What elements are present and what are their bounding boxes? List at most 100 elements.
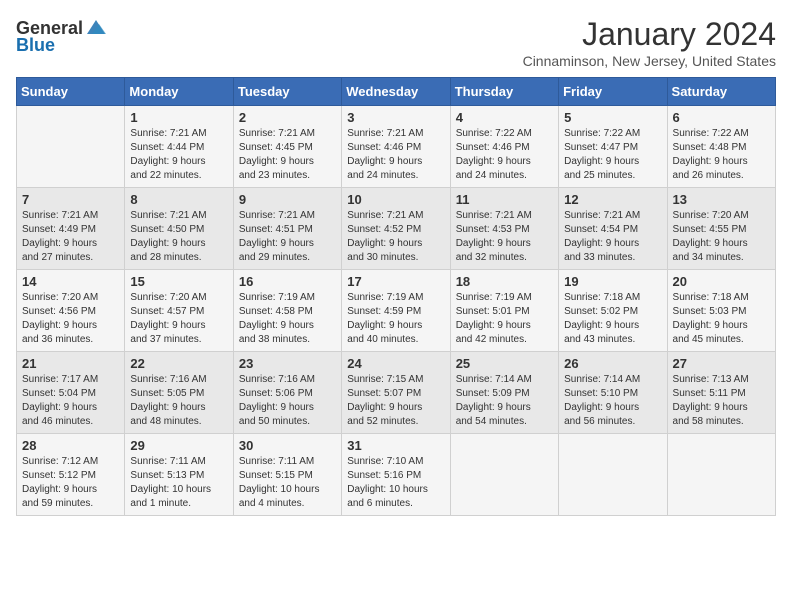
cell-content: Sunrise: 7:14 AMSunset: 5:09 PMDaylight:… bbox=[456, 373, 553, 429]
cell-content: Sunrise: 7:18 AMSunset: 5:03 PMDaylight:… bbox=[673, 291, 770, 347]
day-number: 11 bbox=[456, 192, 553, 207]
calendar-body: 1 Sunrise: 7:21 AMSunset: 4:44 PMDaylight… bbox=[17, 106, 776, 516]
cell-content: Sunrise: 7:21 AMSunset: 4:46 PMDaylight:… bbox=[347, 127, 444, 183]
logo: General Blue bbox=[16, 16, 107, 54]
title-area: January 2024 Cinnaminson, New Jersey, Un… bbox=[523, 16, 776, 69]
day-number: 16 bbox=[239, 274, 336, 289]
calendar-cell bbox=[450, 434, 558, 516]
calendar-week-row: 7Sunrise: 7:21 AMSunset: 4:49 PMDaylight… bbox=[17, 188, 776, 270]
cell-content: Sunrise: 7:18 AMSunset: 5:02 PMDaylight:… bbox=[564, 291, 661, 347]
calendar-cell: 19Sunrise: 7:18 AMSunset: 5:02 PMDayligh… bbox=[559, 270, 667, 352]
calendar-cell: 2 Sunrise: 7:21 AMSunset: 4:45 PMDaylight… bbox=[233, 106, 341, 188]
calendar-cell bbox=[667, 434, 775, 516]
day-number: 27 bbox=[673, 356, 770, 371]
header: General Blue January 2024 Cinnaminson, N… bbox=[16, 16, 776, 69]
day-number: 17 bbox=[347, 274, 444, 289]
calendar-cell: 4 Sunrise: 7:22 AMSunset: 4:46 PMDaylight… bbox=[450, 106, 558, 188]
month-title: January 2024 bbox=[523, 16, 776, 53]
day-number: 4 bbox=[456, 110, 553, 125]
cell-content: Sunrise: 7:16 AMSunset: 5:06 PMDaylight:… bbox=[239, 373, 336, 429]
cell-content: Sunrise: 7:20 AMSunset: 4:57 PMDaylight:… bbox=[130, 291, 227, 347]
day-number: 2 bbox=[239, 110, 336, 125]
day-number: 30 bbox=[239, 438, 336, 453]
day-header-tuesday: Tuesday bbox=[233, 78, 341, 106]
cell-content: Sunrise: 7:10 AMSunset: 5:16 PMDaylight:… bbox=[347, 455, 444, 511]
calendar-cell: 7Sunrise: 7:21 AMSunset: 4:49 PMDaylight… bbox=[17, 188, 125, 270]
days-header-row: SundayMondayTuesdayWednesdayThursdayFrid… bbox=[17, 78, 776, 106]
logo-icon bbox=[85, 16, 107, 38]
cell-content: Sunrise: 7:11 AMSunset: 5:13 PMDaylight:… bbox=[130, 455, 227, 511]
day-number: 23 bbox=[239, 356, 336, 371]
day-header-saturday: Saturday bbox=[667, 78, 775, 106]
calendar-cell: 31 Sunrise: 7:10 AMSunset: 5:16 PMDayligh… bbox=[342, 434, 450, 516]
calendar-cell: 23 Sunrise: 7:16 AMSunset: 5:06 PMDayligh… bbox=[233, 352, 341, 434]
calendar-cell: 17 Sunrise: 7:19 AMSunset: 4:59 PMDayligh… bbox=[342, 270, 450, 352]
calendar-cell: 25Sunrise: 7:14 AMSunset: 5:09 PMDayligh… bbox=[450, 352, 558, 434]
calendar-week-row: 14Sunrise: 7:20 AMSunset: 4:56 PMDayligh… bbox=[17, 270, 776, 352]
day-number: 22 bbox=[130, 356, 227, 371]
calendar-cell: 6Sunrise: 7:22 AMSunset: 4:48 PMDaylight… bbox=[667, 106, 775, 188]
day-number: 31 bbox=[347, 438, 444, 453]
cell-content: Sunrise: 7:21 AMSunset: 4:49 PMDaylight:… bbox=[22, 209, 119, 265]
calendar-cell: 9 Sunrise: 7:21 AMSunset: 4:51 PMDaylight… bbox=[233, 188, 341, 270]
day-number: 13 bbox=[673, 192, 770, 207]
day-number: 1 bbox=[130, 110, 227, 125]
cell-content: Sunrise: 7:22 AMSunset: 4:46 PMDaylight:… bbox=[456, 127, 553, 183]
cell-content: Sunrise: 7:15 AMSunset: 5:07 PMDaylight:… bbox=[347, 373, 444, 429]
cell-content: Sunrise: 7:17 AMSunset: 5:04 PMDaylight:… bbox=[22, 373, 119, 429]
calendar-table: SundayMondayTuesdayWednesdayThursdayFrid… bbox=[16, 77, 776, 516]
cell-content: Sunrise: 7:14 AMSunset: 5:10 PMDaylight:… bbox=[564, 373, 661, 429]
calendar-cell: 8 Sunrise: 7:21 AMSunset: 4:50 PMDaylight… bbox=[125, 188, 233, 270]
day-number: 10 bbox=[347, 192, 444, 207]
calendar-cell: 15 Sunrise: 7:20 AMSunset: 4:57 PMDayligh… bbox=[125, 270, 233, 352]
cell-content: Sunrise: 7:19 AMSunset: 4:58 PMDaylight:… bbox=[239, 291, 336, 347]
calendar-cell: 14Sunrise: 7:20 AMSunset: 4:56 PMDayligh… bbox=[17, 270, 125, 352]
cell-content: Sunrise: 7:21 AMSunset: 4:51 PMDaylight:… bbox=[239, 209, 336, 265]
day-number: 21 bbox=[22, 356, 119, 371]
day-header-thursday: Thursday bbox=[450, 78, 558, 106]
day-number: 26 bbox=[564, 356, 661, 371]
cell-content: Sunrise: 7:22 AMSunset: 4:47 PMDaylight:… bbox=[564, 127, 661, 183]
calendar-cell: 1 Sunrise: 7:21 AMSunset: 4:44 PMDaylight… bbox=[125, 106, 233, 188]
calendar-cell: 11Sunrise: 7:21 AMSunset: 4:53 PMDayligh… bbox=[450, 188, 558, 270]
logo-blue-text: Blue bbox=[16, 36, 55, 54]
day-number: 8 bbox=[130, 192, 227, 207]
day-number: 29 bbox=[130, 438, 227, 453]
calendar-cell: 30Sunrise: 7:11 AMSunset: 5:15 PMDayligh… bbox=[233, 434, 341, 516]
calendar-cell: 20Sunrise: 7:18 AMSunset: 5:03 PMDayligh… bbox=[667, 270, 775, 352]
day-header-friday: Friday bbox=[559, 78, 667, 106]
calendar-header: SundayMondayTuesdayWednesdayThursdayFrid… bbox=[17, 78, 776, 106]
calendar-week-row: 28Sunrise: 7:12 AMSunset: 5:12 PMDayligh… bbox=[17, 434, 776, 516]
day-header-monday: Monday bbox=[125, 78, 233, 106]
day-number: 15 bbox=[130, 274, 227, 289]
cell-content: Sunrise: 7:20 AMSunset: 4:56 PMDaylight:… bbox=[22, 291, 119, 347]
day-number: 18 bbox=[456, 274, 553, 289]
day-number: 9 bbox=[239, 192, 336, 207]
day-number: 28 bbox=[22, 438, 119, 453]
calendar-cell: 13 Sunrise: 7:20 AMSunset: 4:55 PMDayligh… bbox=[667, 188, 775, 270]
day-number: 24 bbox=[347, 356, 444, 371]
calendar-cell: 10 Sunrise: 7:21 AMSunset: 4:52 PMDayligh… bbox=[342, 188, 450, 270]
day-number: 6 bbox=[673, 110, 770, 125]
cell-content: Sunrise: 7:19 AMSunset: 4:59 PMDaylight:… bbox=[347, 291, 444, 347]
calendar-cell: 21 Sunrise: 7:17 AMSunset: 5:04 PMDayligh… bbox=[17, 352, 125, 434]
cell-content: Sunrise: 7:21 AMSunset: 4:54 PMDaylight:… bbox=[564, 209, 661, 265]
cell-content: Sunrise: 7:13 AMSunset: 5:11 PMDaylight:… bbox=[673, 373, 770, 429]
cell-content: Sunrise: 7:21 AMSunset: 4:50 PMDaylight:… bbox=[130, 209, 227, 265]
calendar-cell: 27 Sunrise: 7:13 AMSunset: 5:11 PMDayligh… bbox=[667, 352, 775, 434]
calendar-cell: 12 Sunrise: 7:21 AMSunset: 4:54 PMDayligh… bbox=[559, 188, 667, 270]
cell-content: Sunrise: 7:21 AMSunset: 4:52 PMDaylight:… bbox=[347, 209, 444, 265]
cell-content: Sunrise: 7:21 AMSunset: 4:44 PMDaylight:… bbox=[130, 127, 227, 183]
calendar-week-row: 1 Sunrise: 7:21 AMSunset: 4:44 PMDaylight… bbox=[17, 106, 776, 188]
calendar-cell: 3 Sunrise: 7:21 AMSunset: 4:46 PMDaylight… bbox=[342, 106, 450, 188]
calendar-cell: 26 Sunrise: 7:14 AMSunset: 5:10 PMDayligh… bbox=[559, 352, 667, 434]
cell-content: Sunrise: 7:20 AMSunset: 4:55 PMDaylight:… bbox=[673, 209, 770, 265]
cell-content: Sunrise: 7:16 AMSunset: 5:05 PMDaylight:… bbox=[130, 373, 227, 429]
day-number: 3 bbox=[347, 110, 444, 125]
day-header-sunday: Sunday bbox=[17, 78, 125, 106]
calendar-week-row: 21 Sunrise: 7:17 AMSunset: 5:04 PMDayligh… bbox=[17, 352, 776, 434]
cell-content: Sunrise: 7:21 AMSunset: 4:45 PMDaylight:… bbox=[239, 127, 336, 183]
calendar-cell: 28Sunrise: 7:12 AMSunset: 5:12 PMDayligh… bbox=[17, 434, 125, 516]
day-number: 12 bbox=[564, 192, 661, 207]
day-header-wednesday: Wednesday bbox=[342, 78, 450, 106]
